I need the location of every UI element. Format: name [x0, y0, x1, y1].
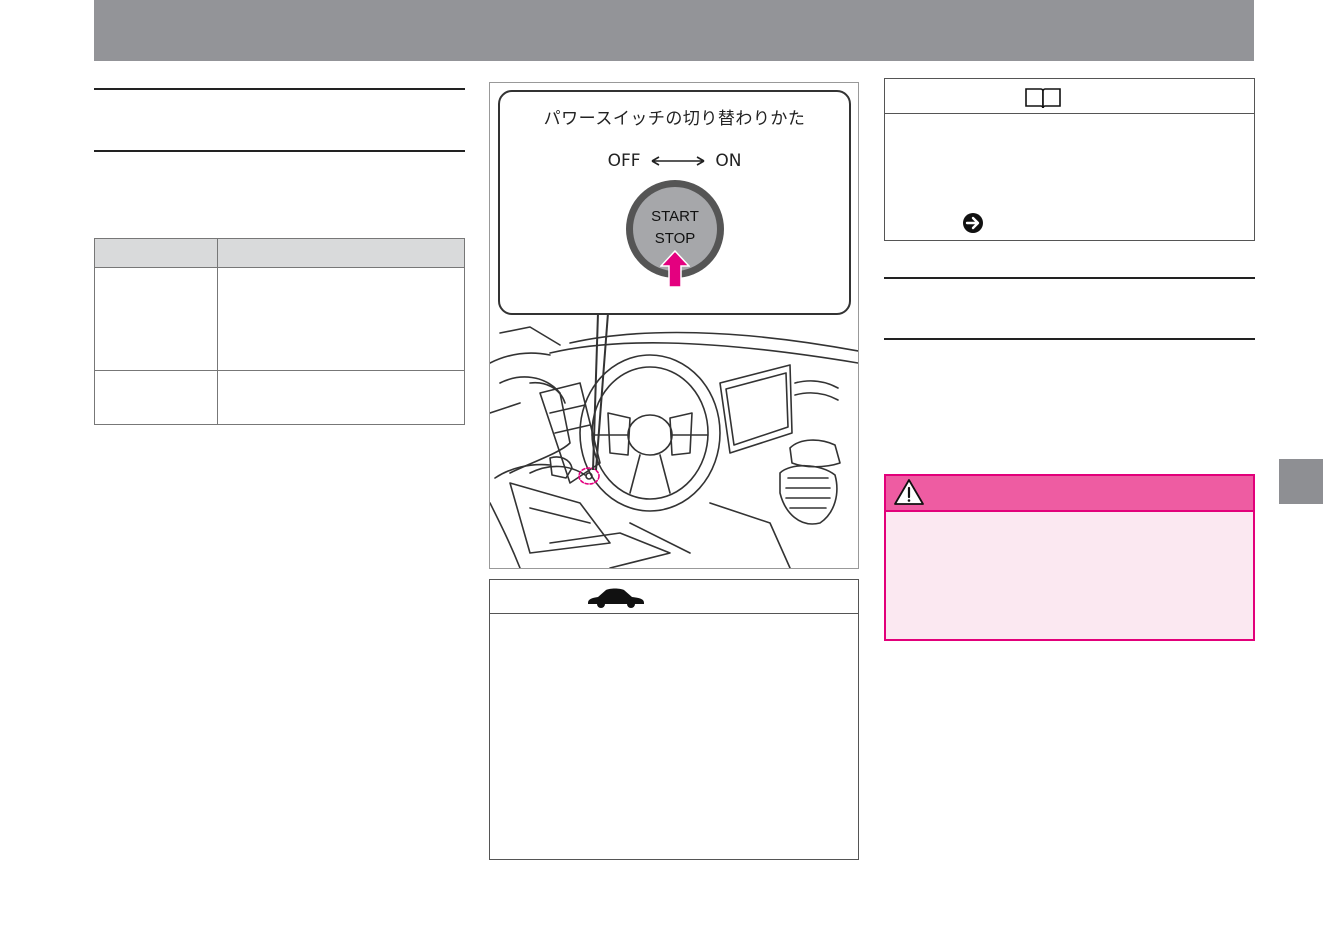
off-on-indicator: OFF ON [498, 151, 851, 171]
book-icon [1025, 88, 1061, 109]
vehicle-note-box [489, 579, 859, 860]
start-label: START [651, 208, 699, 225]
warning-box [884, 474, 1255, 641]
car-icon [588, 588, 644, 608]
right-section-rule-top [884, 277, 1255, 279]
spec-table-row-divider [95, 370, 464, 371]
reference-note-box [884, 78, 1255, 241]
section-rule-top [94, 88, 465, 90]
spec-table [94, 238, 465, 425]
header-band [94, 0, 1254, 61]
press-arrow-icon [660, 250, 690, 288]
off-label: OFF [607, 151, 641, 171]
right-section-rule-bottom [884, 338, 1255, 340]
double-arrow-icon [651, 156, 705, 166]
spec-table-column-divider [217, 239, 218, 424]
arrow-right-circle-icon[interactable] [962, 212, 984, 234]
chapter-tab[interactable] [1279, 459, 1323, 504]
section-rule-bottom [94, 150, 465, 152]
vehicle-note-divider [490, 613, 858, 614]
callout-title: パワースイッチの切り替わりかた [543, 109, 806, 129]
stop-label: STOP [654, 230, 696, 247]
reference-note-divider [885, 113, 1254, 114]
warning-triangle-icon [894, 479, 924, 505]
on-label: ON [715, 151, 742, 171]
spec-table-header [95, 239, 464, 268]
start-stop-button-label: START STOP [633, 206, 717, 250]
warning-header [886, 476, 1253, 512]
